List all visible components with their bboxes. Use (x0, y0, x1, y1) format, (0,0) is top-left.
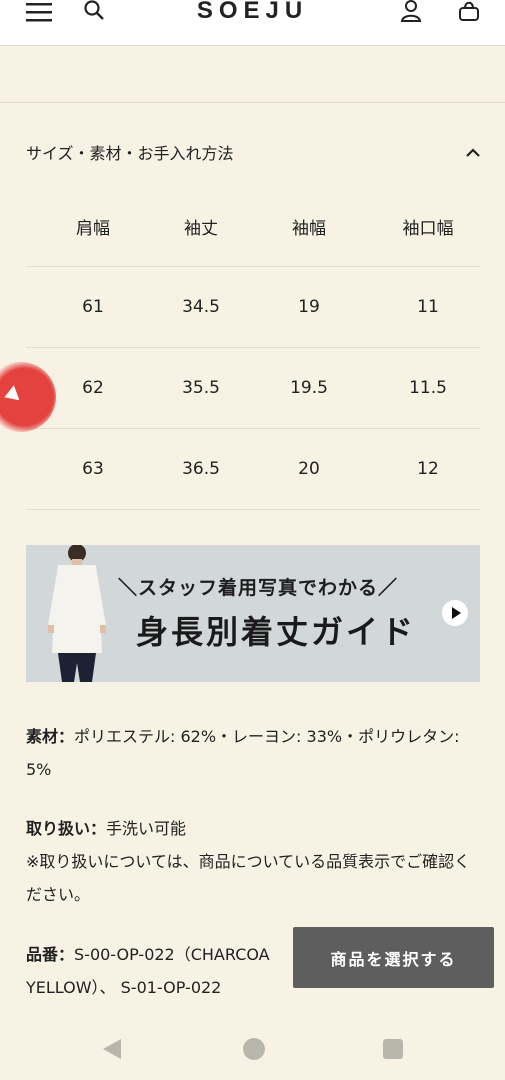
table-cell: 19.5 (290, 378, 328, 398)
table-row: 63 36.5 20 12 (26, 429, 480, 510)
size-table: 肩幅 袖丈 袖幅 袖口幅 61 34.5 19 11 62 35.5 19.5 … (26, 186, 480, 510)
care-label: 取り扱い： (26, 819, 107, 838)
part-number-value-line2: YELLOW）、 S-01-OP-022 (26, 978, 222, 997)
header-cell: 袖口幅 (402, 218, 454, 239)
table-cell: 63 (82, 459, 104, 479)
banner-subtitle: ＼スタッフ着用写真でわかる／ (118, 577, 399, 599)
care-note: ※取り扱いについては、商品についている品質表示でご確認ください。 (26, 852, 471, 904)
site-logo[interactable]: SOEJU (0, 0, 505, 25)
recent-apps-icon[interactable] (383, 1039, 403, 1059)
bag-icon[interactable] (457, 0, 481, 24)
back-icon[interactable] (103, 1039, 121, 1059)
table-cell: 11.5 (409, 378, 447, 398)
height-guide-banner[interactable]: ＼スタッフ着用写真でわかる／ 身長別着丈ガイド (26, 545, 480, 682)
material-info: 素材：ポリエステル: 62%・レーヨン: 33%・ポリウレタン: 5% (26, 720, 486, 786)
table-cell: 34.5 (182, 297, 220, 317)
banner-title: 身長別着丈ガイド (136, 613, 417, 651)
chevron-up-icon[interactable] (462, 142, 484, 162)
header-cell: 袖丈 (184, 218, 218, 239)
table-cell: 20 (298, 459, 320, 479)
table-cell: 35.5 (182, 378, 220, 398)
table-header-row: 肩幅 袖丈 袖幅 袖口幅 (26, 186, 480, 267)
table-row: 62 35.5 19.5 11.5 (26, 348, 480, 429)
table-cell: 36.5 (182, 459, 220, 479)
home-icon[interactable] (243, 1038, 265, 1060)
user-icon[interactable] (400, 0, 422, 24)
system-nav-bar (0, 1015, 505, 1080)
model-figure-icon (48, 545, 106, 682)
header-cell: 袖幅 (292, 218, 326, 239)
table-cell: 19 (298, 297, 320, 317)
accordion-title[interactable]: サイズ・素材・お手入れ方法 (26, 140, 234, 164)
play-icon[interactable] (442, 600, 468, 626)
material-label: 素材： (26, 727, 75, 746)
table-row: 61 34.5 19 11 (26, 267, 480, 348)
select-product-button[interactable]: 商品を選択する (293, 927, 494, 988)
section-divider (0, 102, 505, 103)
part-number-value-line1: S-00-OP-022（CHARCOA (74, 945, 270, 964)
table-cell: 61 (82, 297, 104, 317)
header-cell: 肩幅 (76, 218, 110, 239)
site-header: SOEJU (0, 0, 505, 46)
table-cell: 12 (417, 459, 439, 479)
part-number-label: 品番： (26, 945, 75, 964)
material-value: ポリエステル: 62%・レーヨン: 33%・ポリウレタン: 5% (26, 727, 460, 779)
care-value: 手洗い可能 (106, 819, 187, 838)
care-info: 取り扱い：手洗い可能 ※取り扱いについては、商品についている品質表示でご確認くだ… (26, 812, 486, 911)
table-cell: 11 (417, 297, 439, 317)
